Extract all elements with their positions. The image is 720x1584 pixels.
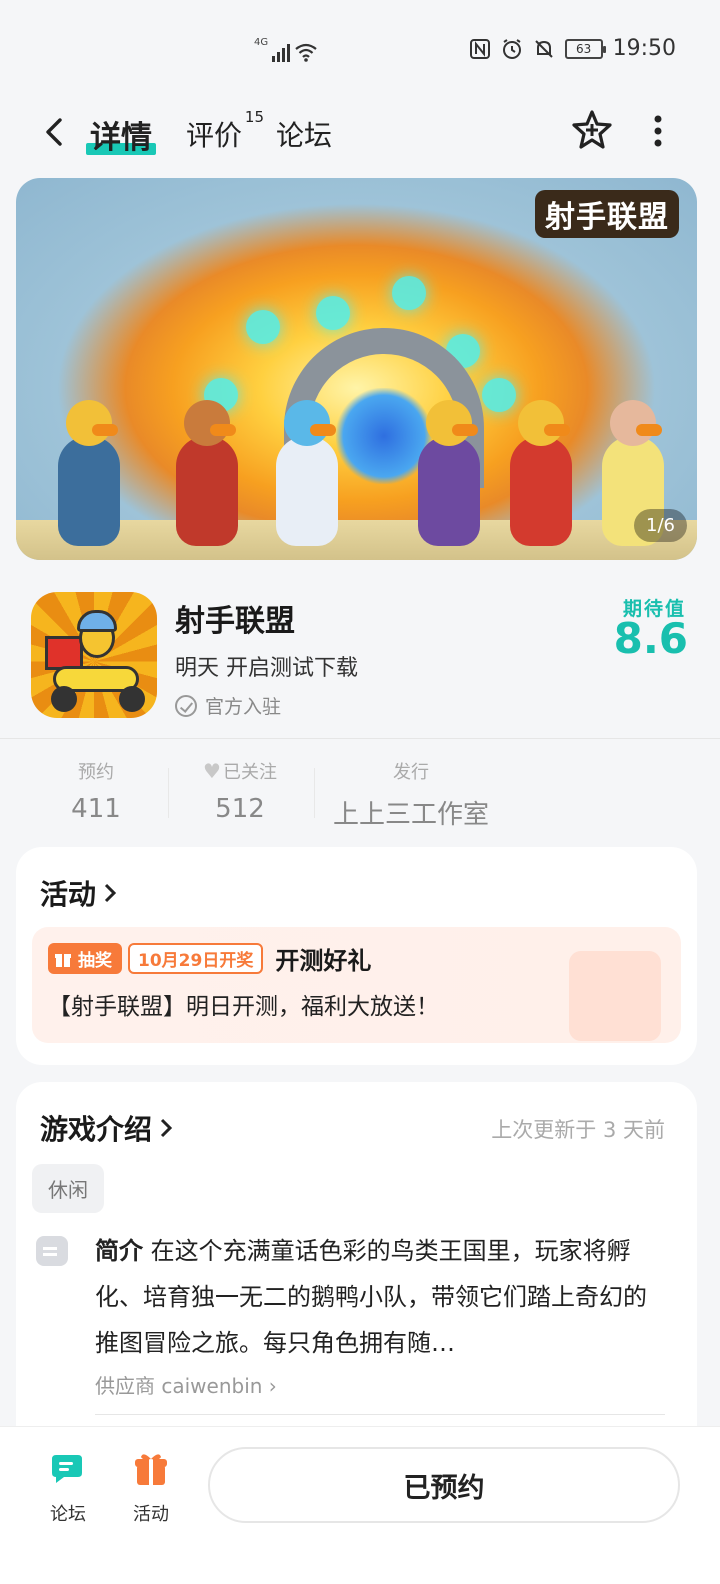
activity-description: 【射手联盟】明日开测，福利大放送！ (48, 994, 439, 1020)
heart-icon: ♥ (203, 759, 221, 783)
publisher-name: 上上三工作室 (332, 800, 489, 830)
chevron-right-icon: › (268, 1374, 277, 1398)
stat-followers[interactable]: ♥ 已关注 512 (190, 758, 290, 824)
stat-label: 发行 (393, 762, 429, 783)
character-pirate (510, 400, 572, 546)
signal-bars-icon (272, 42, 291, 62)
forum-chat-icon (52, 1455, 82, 1483)
back-icon[interactable] (36, 112, 76, 152)
glow-orb (316, 296, 350, 330)
activity-item[interactable]: 抽奖 10月29日开奖 开测好礼 【射手联盟】明日开测，福利大放送！ (32, 927, 681, 1043)
activity-button[interactable]: 活动 (111, 1449, 191, 1526)
clock: 19:50 (612, 36, 676, 61)
supplier-link[interactable]: 供应商 caiwenbin › (95, 1370, 277, 1399)
stat-label: 预约 (78, 762, 114, 783)
banner-game-logo: 射手联盟 (535, 190, 679, 238)
mute-bell-icon (534, 39, 553, 58)
official-badge: 官方入驻 (175, 692, 281, 719)
glow-orb (392, 276, 426, 310)
signal-indicator: 4G (254, 38, 318, 62)
alarm-icon (502, 38, 521, 59)
divider (314, 768, 315, 818)
tab-forum[interactable]: 论坛 (276, 114, 332, 154)
lottery-badge: 抽奖 (48, 943, 122, 974)
genre-tag[interactable]: 休闲 (32, 1164, 104, 1213)
chevron-right-icon (160, 1118, 173, 1138)
nfc-icon (469, 38, 490, 59)
section-title: 活动 (40, 878, 97, 911)
forum-label: 论坛 (50, 1504, 86, 1525)
draw-date-badge: 10月29日开奖 (128, 943, 264, 974)
stat-label: 已关注 (222, 762, 277, 783)
stat-reservations: 预约 411 (56, 758, 136, 824)
tab-reviews[interactable]: 评价 15 (186, 108, 264, 154)
expectation-score: 8.6 (613, 614, 688, 663)
gift-icon (135, 1454, 167, 1485)
gift-icon (55, 953, 71, 967)
reserved-button[interactable]: 已预约 (208, 1447, 680, 1523)
forum-button[interactable]: 论坛 (28, 1449, 108, 1526)
divider (0, 738, 720, 739)
last-updated: 上次更新于 3 天前 (491, 1118, 665, 1142)
more-options-icon[interactable] (650, 114, 666, 148)
status-bar: 4G 63 19:50 (0, 0, 720, 100)
network-type: 4G (254, 37, 269, 48)
character-scholar (276, 400, 338, 546)
character-swordsman (58, 400, 120, 546)
activity-title: 开测好礼 (275, 947, 372, 975)
tab-label: 评价 (186, 119, 243, 152)
screenshot-carousel[interactable]: 射手联盟 1/6 (16, 178, 697, 560)
official-label: 官方入驻 (205, 696, 282, 718)
carousel-counter: 1/6 (634, 509, 687, 542)
activity-header[interactable]: 活动 (40, 873, 118, 913)
divider (168, 768, 169, 818)
divider (95, 1414, 665, 1415)
chevron-right-icon (104, 883, 117, 903)
character-elder (418, 400, 480, 546)
description-label: 简介 (95, 1237, 143, 1265)
description-text: 在这个充满童话色彩的鸟类王国里，玩家将孵化、培育独一无二的鹅鸭小队，带领它们踏上… (95, 1237, 647, 1357)
battery-icon: 63 (564, 38, 606, 59)
game-intro-card: 游戏介绍 上次更新于 3 天前 休闲 简介 在这个充满童话色彩的鸟类王国里，玩家… (16, 1082, 697, 1462)
favorite-star-icon[interactable] (570, 108, 614, 152)
review-count-badge: 15 (244, 108, 265, 126)
wifi-icon (295, 43, 317, 62)
top-nav: 详情 评价 15 论坛 (0, 100, 720, 166)
stat-value: 411 (71, 794, 121, 824)
section-title: 游戏介绍 (40, 1113, 153, 1146)
game-app-icon (31, 592, 157, 718)
release-status: 明天 开启测试下载 (175, 656, 358, 681)
gift-watermark-icon (569, 951, 661, 1041)
activity-label: 活动 (133, 1504, 169, 1525)
status-icons: 63 19:50 (469, 36, 676, 61)
stat-value: 512 (215, 794, 265, 824)
stat-publisher[interactable]: 发行 上上三工作室 (330, 758, 492, 831)
glow-orb (246, 310, 280, 344)
bottom-action-bar: 论坛 活动 已预约 (0, 1426, 720, 1584)
tab-label: 详情 (90, 120, 152, 156)
tab-label: 论坛 (276, 119, 333, 152)
verified-check-icon (175, 694, 197, 717)
game-description[interactable]: 简介 在这个充满童话色彩的鸟类王国里，玩家将孵化、培育独一无二的鹅鸭小队，带领它… (95, 1228, 665, 1366)
tab-details[interactable]: 详情 (86, 112, 156, 157)
glow-orb (482, 378, 516, 412)
game-title: 射手联盟 (175, 604, 295, 639)
activity-card: 活动 抽奖 10月29日开奖 开测好礼 【射手联盟】明日开测，福利大放送！ (16, 847, 697, 1065)
character-monkey-king (176, 400, 238, 546)
description-icon (36, 1236, 68, 1266)
intro-header[interactable]: 游戏介绍 (40, 1108, 174, 1148)
